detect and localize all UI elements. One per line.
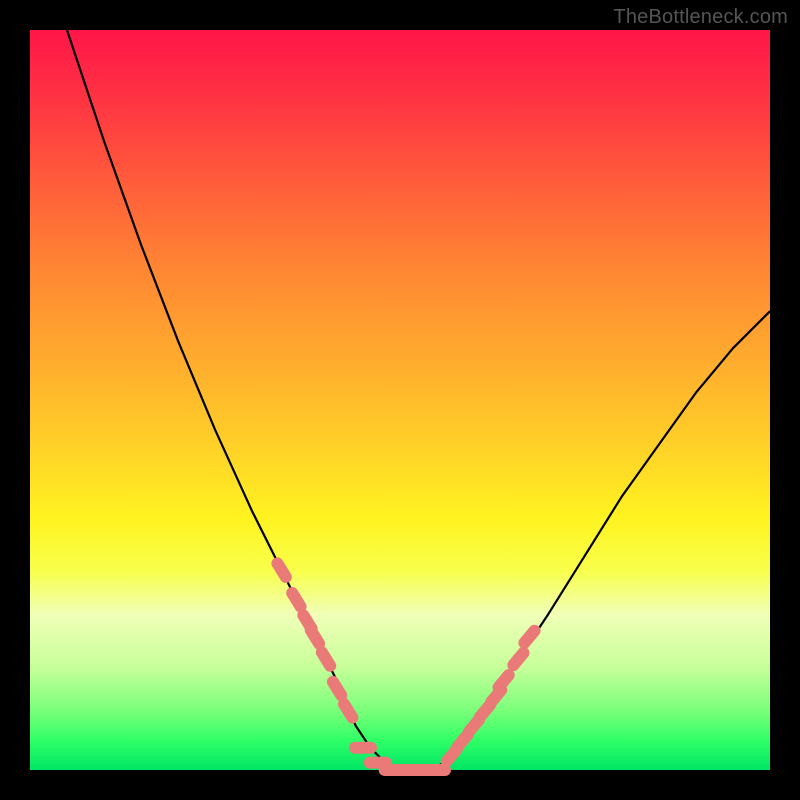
curve-marker [277,563,285,577]
curve-marker [524,631,534,643]
curve-marker [499,675,509,687]
curve-marker [322,652,330,666]
watermark-text: TheBottleneck.com [613,6,788,29]
marker-group [277,563,534,770]
curve-marker [344,704,352,718]
bottleneck-curve-path [67,30,770,770]
curve-marker [513,653,523,665]
curve-marker [333,682,341,696]
bottleneck-curve [67,30,770,770]
curve-layer [30,30,770,770]
curve-marker [311,630,319,644]
chart-frame: TheBottleneck.com [0,0,800,800]
curve-marker [292,593,300,607]
plot-area [30,30,770,770]
